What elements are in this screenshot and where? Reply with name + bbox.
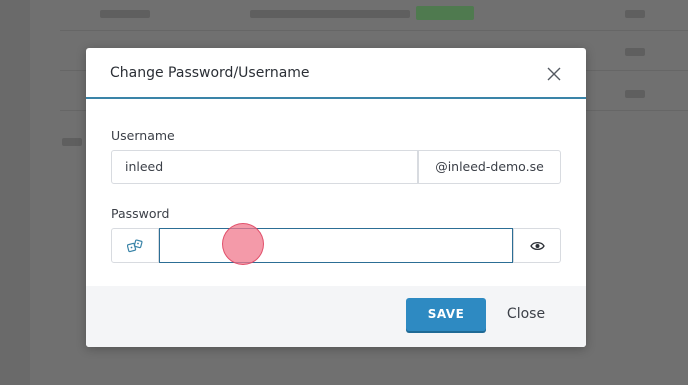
close-icon[interactable]: [546, 66, 562, 82]
background-badge: [416, 6, 474, 20]
close-button[interactable]: Close: [498, 298, 554, 331]
modal-header: Change Password/Username: [86, 48, 586, 99]
background-cell: [250, 10, 410, 18]
background-cell: [62, 138, 82, 146]
background-cell: [625, 10, 645, 18]
username-input[interactable]: inleed: [111, 150, 418, 184]
password-label: Password: [111, 206, 170, 221]
background-cell: [625, 48, 645, 56]
background-cell: [625, 90, 645, 98]
modal-title: Change Password/Username: [110, 65, 310, 81]
generate-password-button[interactable]: [111, 228, 159, 263]
show-password-button[interactable]: [513, 228, 561, 263]
dice-icon: [127, 239, 143, 253]
eye-icon: [530, 241, 545, 251]
domain-suffix: @inleed-demo.se: [418, 150, 561, 184]
click-indicator: [222, 223, 264, 265]
change-password-modal: Change Password/Username Username inleed…: [86, 48, 586, 347]
password-input[interactable]: [159, 228, 513, 263]
background-cell: [100, 10, 150, 18]
background-divider: [60, 30, 688, 31]
save-button[interactable]: SAVE: [406, 298, 486, 331]
background-sidebar: [0, 0, 30, 385]
modal-footer: SAVE Close: [86, 286, 586, 347]
username-label: Username: [111, 128, 175, 143]
